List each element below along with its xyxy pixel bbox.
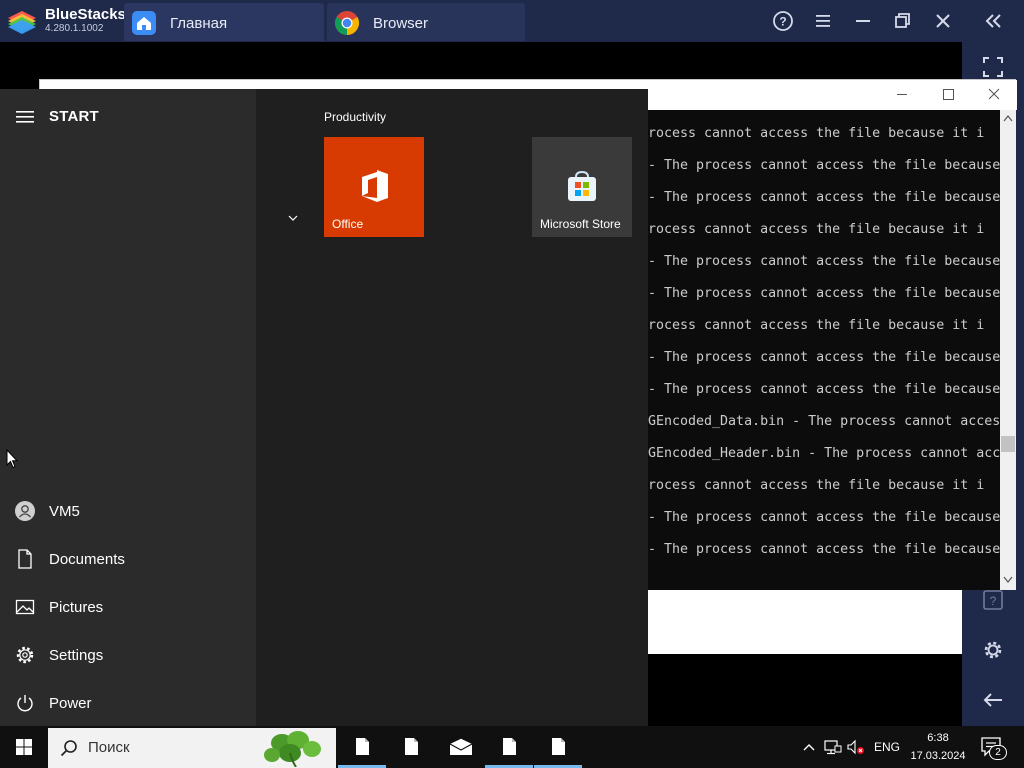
console-line: - The process cannot access the file bec… xyxy=(648,350,1000,365)
start-menu-title: START xyxy=(49,108,99,125)
tile-office[interactable]: Office xyxy=(324,137,424,237)
collapse-sidebar-icon[interactable] xyxy=(981,9,1005,33)
network-icon[interactable] xyxy=(824,739,842,755)
chevron-down-icon[interactable] xyxy=(286,213,300,223)
start-item-settings[interactable]: Settings xyxy=(0,632,256,680)
start-item-pictures[interactable]: Pictures xyxy=(0,584,256,632)
chevron-up-icon[interactable] xyxy=(802,740,816,754)
settings-icon[interactable] xyxy=(982,639,1004,661)
start-item-power[interactable]: Power xyxy=(0,680,256,728)
minimize-icon[interactable] xyxy=(851,9,875,33)
taskbar-mail[interactable] xyxy=(436,726,484,768)
restore-icon[interactable] xyxy=(891,9,915,33)
menu-icon[interactable] xyxy=(811,9,835,33)
console-line: - The process cannot access the file bec… xyxy=(648,286,1000,301)
tab-home-label: Главная xyxy=(170,15,228,32)
search-placeholder: Поиск xyxy=(88,739,130,756)
bluestacks-app-name: BlueStacks xyxy=(45,6,126,23)
close-icon[interactable] xyxy=(931,9,955,33)
back-arrow-icon[interactable] xyxy=(982,689,1004,711)
start-item-power-label: Power xyxy=(49,695,92,712)
console-line: - The process cannot access the file bec… xyxy=(648,382,1000,397)
scroll-up-icon[interactable] xyxy=(1003,114,1013,122)
minimize-icon[interactable] xyxy=(879,80,925,110)
gear-icon xyxy=(16,646,34,664)
tab-browser-label: Browser xyxy=(373,15,429,32)
taskbar-app-3[interactable] xyxy=(485,726,533,768)
console-line: - The process cannot access the file bec… xyxy=(648,254,1000,269)
search-icon xyxy=(60,740,77,757)
tile-group-label: Productivity xyxy=(324,110,387,124)
console-line: process cannot access the file because i… xyxy=(640,222,985,237)
taskbar: Поиск ENG 6:38 17.03.2024 2 xyxy=(0,726,1024,768)
home-icon xyxy=(132,11,156,35)
power-icon xyxy=(17,695,33,712)
clover-decoration-icon xyxy=(264,731,321,767)
console-line: - The process cannot access the file bec… xyxy=(648,190,1000,205)
console-line: - The process cannot access the file bec… xyxy=(648,158,1000,173)
start-item-pictures-label: Pictures xyxy=(49,599,104,616)
taskbar-app-1[interactable] xyxy=(338,726,386,768)
pictures-icon xyxy=(15,599,35,615)
bluestacks-version: 4.280.1.1002 xyxy=(45,23,104,34)
console-line: process cannot access the file because i… xyxy=(640,318,985,333)
start-item-user[interactable]: VM5 xyxy=(0,488,256,536)
document-icon xyxy=(552,738,565,755)
clock-time[interactable]: 6:38 xyxy=(910,732,966,744)
clock-date[interactable]: 17.03.2024 xyxy=(904,750,972,762)
taskbar-search-box[interactable]: Поиск xyxy=(48,728,336,768)
start-item-documents[interactable]: Documents xyxy=(0,536,256,584)
console-line: GEncoded_Header.bin - The process cannot… xyxy=(648,446,1000,461)
close-icon[interactable] xyxy=(971,80,1017,110)
document-icon xyxy=(503,738,516,755)
tile-microsoft-store[interactable]: Microsoft Store xyxy=(532,137,632,237)
fullscreen-icon[interactable] xyxy=(982,56,1004,78)
mouse-cursor-icon xyxy=(6,449,18,469)
console-line: - The process cannot access the file bec… xyxy=(648,510,1000,525)
tile-office-label: Office xyxy=(332,217,364,231)
volume-muted-icon[interactable] xyxy=(847,739,865,755)
svg-text:?: ? xyxy=(779,15,786,29)
store-icon xyxy=(568,170,596,201)
console-line: GEncoded_Data.bin - The process cannot a… xyxy=(648,414,1000,429)
office-icon xyxy=(362,170,388,202)
start-item-user-label: VM5 xyxy=(49,503,80,520)
tab-home[interactable]: Главная xyxy=(124,3,324,41)
windows-start-icon[interactable] xyxy=(0,726,48,768)
start-item-settings-label: Settings xyxy=(49,647,104,664)
console-line: process cannot access the file because i… xyxy=(640,478,985,493)
language-indicator[interactable]: ENG xyxy=(874,740,900,754)
console-line: process cannot access the file because i… xyxy=(640,126,985,141)
user-avatar-icon xyxy=(15,501,35,521)
svg-text:?: ? xyxy=(990,594,997,608)
mail-icon xyxy=(449,738,473,755)
tile-microsoft-store-label: Microsoft Store xyxy=(540,217,621,231)
bluestacks-top-bar: BlueStacks 4.280.1.1002 Главная Browser … xyxy=(0,0,1024,42)
console-scrollbar[interactable] xyxy=(1000,110,1016,590)
document-icon xyxy=(356,738,369,755)
scroll-thumb[interactable] xyxy=(1001,436,1015,452)
taskbar-app-2[interactable] xyxy=(387,726,435,768)
console-line: - The process cannot access the file bec… xyxy=(648,542,1000,557)
chrome-icon xyxy=(334,11,360,35)
start-item-documents-label: Documents xyxy=(49,551,125,568)
tab-browser[interactable]: Browser xyxy=(327,3,525,41)
hamburger-menu-icon[interactable] xyxy=(16,110,34,124)
document-icon xyxy=(18,549,32,569)
maximize-icon[interactable] xyxy=(925,80,971,110)
start-menu-tiles: Productivity Office Microsoft Store xyxy=(256,89,648,726)
help-icon[interactable]: ? xyxy=(771,9,795,33)
notification-count-badge: 2 xyxy=(989,745,1007,760)
start-menu-nav: START VM5 Documents Pictures Settings Po… xyxy=(0,89,256,726)
bluestacks-logo-icon xyxy=(8,11,36,34)
document-icon xyxy=(405,738,418,755)
scroll-down-icon[interactable] xyxy=(1003,576,1013,584)
taskbar-app-4[interactable] xyxy=(534,726,582,768)
help-icon[interactable]: ? xyxy=(982,589,1004,611)
